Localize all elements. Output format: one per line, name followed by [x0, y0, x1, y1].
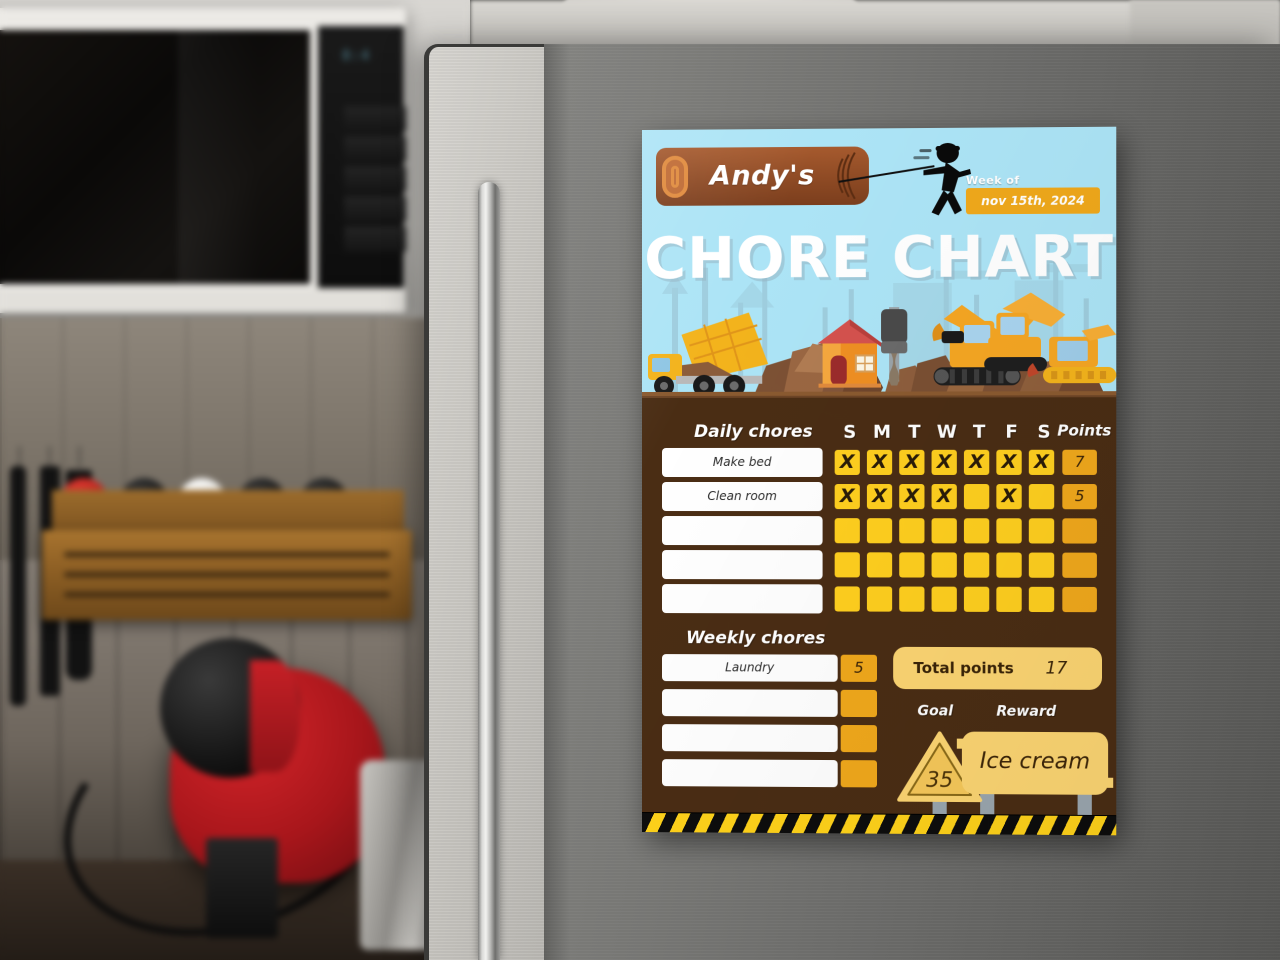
daily-cell-3-6[interactable] [1028, 552, 1055, 578]
daily-cell-0-1[interactable] [866, 449, 893, 475]
daily-points-2[interactable] [1062, 518, 1097, 544]
daily-cell-4-0[interactable] [834, 586, 860, 612]
daily-points-1[interactable]: 5 [1062, 484, 1097, 510]
day-header-0: S [843, 421, 857, 443]
weekly-chore-name-2 [662, 724, 838, 725]
daily-cell-3-3[interactable] [931, 552, 957, 578]
hazard-stripe-border [642, 812, 1117, 836]
week-of-label: Week of [965, 173, 1020, 188]
daily-cell-3-0[interactable] [834, 552, 860, 578]
weekly-chore-input-3[interactable] [662, 759, 838, 788]
weekly-points-2[interactable] [840, 724, 878, 753]
day-header-3: W [936, 421, 957, 443]
daily-chore-input-1[interactable]: Clean room [662, 482, 823, 512]
daily-chore-input-4[interactable] [662, 584, 823, 614]
reward-board-sign[interactable]: Ice cream [961, 731, 1109, 795]
daily-cell-2-6[interactable] [1028, 518, 1055, 544]
reward-value: Ice cream [979, 748, 1091, 775]
daily-cell-1-0[interactable] [834, 484, 860, 510]
points-column-header: Points [1057, 421, 1112, 440]
daily-cell-2-2[interactable] [899, 518, 925, 544]
weekly-points-0[interactable]: 5 [840, 654, 878, 682]
daily-cell-2-1[interactable] [866, 518, 893, 544]
construction-scene-illustration [642, 292, 1117, 408]
daily-cell-1-1[interactable] [866, 484, 893, 510]
daily-cell-0-6[interactable] [1028, 449, 1055, 475]
total-points-bar: Total points 17 [893, 646, 1103, 690]
weekly-chore-name-1 [662, 689, 838, 690]
daily-cell-0-0[interactable] [834, 449, 860, 475]
weekly-chore-input-2[interactable] [662, 724, 838, 753]
background-blur-overlay [0, 0, 470, 960]
day-header-5: F [1005, 421, 1018, 443]
daily-cell-4-6[interactable] [1028, 586, 1055, 613]
daily-points-3[interactable] [1062, 552, 1097, 578]
weekly-chore-input-1[interactable] [662, 689, 838, 717]
daily-chore-name-0: Make bed [712, 454, 772, 469]
daily-cell-3-5[interactable] [996, 552, 1022, 578]
refrigerator-door-seam [544, 44, 570, 960]
daily-cell-2-0[interactable] [834, 518, 860, 544]
daily-chore-input-0[interactable]: Make bed [662, 447, 823, 477]
daily-cell-1-2[interactable] [899, 484, 925, 510]
owner-name: Andy's [709, 159, 815, 192]
daily-chore-input-3[interactable] [662, 550, 823, 580]
daily-cell-0-4[interactable] [963, 449, 990, 475]
daily-cell-3-2[interactable] [899, 552, 925, 578]
daily-cell-1-6[interactable] [1028, 484, 1055, 510]
daily-cell-1-4[interactable] [963, 484, 990, 510]
chore-chart-poster[interactable]: Andy's Week of nov 15th, 2024 CHORE CHAR… [642, 126, 1117, 836]
daily-cell-4-2[interactable] [899, 586, 925, 612]
daily-points-value-0: 7 [1074, 452, 1085, 471]
week-of-field[interactable]: nov 15th, 2024 [965, 187, 1100, 215]
weekly-chores-heading: Weekly chores [686, 628, 826, 649]
weekly-points-1[interactable] [840, 689, 878, 718]
weekly-chore-name-0: Laundry [725, 660, 775, 675]
daily-chores-heading: Daily chores [694, 421, 813, 442]
day-header-2: T [908, 421, 921, 443]
daily-cell-0-3[interactable] [931, 449, 957, 475]
week-of-value: nov 15th, 2024 [981, 193, 1085, 209]
daily-cell-3-1[interactable] [866, 552, 893, 578]
name-log-sign: Andy's [655, 146, 869, 206]
weekly-points-3[interactable] [840, 760, 878, 788]
daily-cell-2-4[interactable] [963, 518, 990, 544]
daily-chore-input-2[interactable] [662, 516, 823, 546]
daily-cell-0-5[interactable] [996, 449, 1022, 475]
total-points-value: 17 [1045, 658, 1068, 679]
screenshot-stage: 8:4 Andy's Week of nov 15th, 2024 CHORE … [0, 0, 1280, 960]
daily-cell-0-2[interactable] [899, 449, 925, 475]
weekly-points-value-0: 5 [854, 658, 864, 677]
refrigerator-door-handle[interactable] [478, 182, 500, 960]
daily-points-4[interactable] [1062, 586, 1097, 613]
daily-cell-2-3[interactable] [931, 518, 957, 544]
day-header-4: T [972, 421, 986, 443]
daily-chore-name-1: Clean room [707, 489, 777, 504]
daily-points-0[interactable]: 7 [1062, 449, 1097, 475]
daily-cell-4-4[interactable] [963, 586, 990, 612]
daily-points-value-1: 5 [1074, 487, 1085, 506]
total-points-label: Total points [913, 658, 1014, 678]
weekly-chore-input-0[interactable]: Laundry [662, 654, 838, 682]
daily-cell-1-5[interactable] [996, 484, 1022, 510]
goal-label: Goal [917, 703, 954, 720]
reward-label: Reward [996, 703, 1057, 720]
daily-cell-1-3[interactable] [931, 484, 957, 510]
daily-cell-4-1[interactable] [866, 586, 893, 612]
daily-cell-3-4[interactable] [963, 552, 990, 578]
day-header-6: S [1037, 421, 1051, 443]
daily-cell-4-5[interactable] [996, 586, 1022, 612]
daily-cell-2-5[interactable] [996, 518, 1022, 544]
day-header-1: M [873, 421, 892, 443]
daily-cell-4-3[interactable] [931, 586, 957, 612]
weekly-chore-name-3 [662, 759, 838, 760]
